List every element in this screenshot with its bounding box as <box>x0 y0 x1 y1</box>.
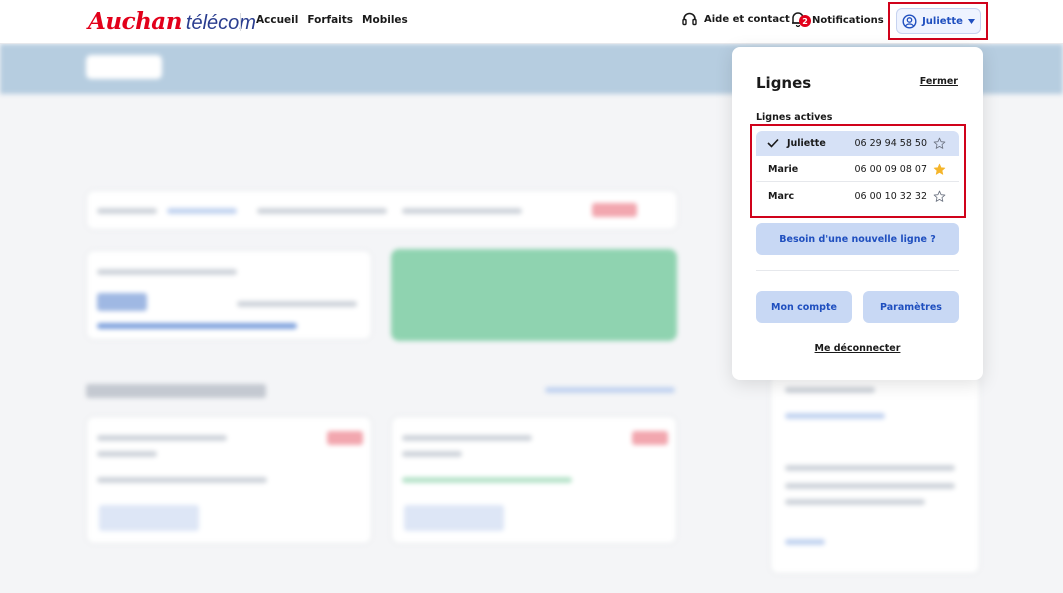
user-account-icon <box>902 13 917 29</box>
blurred-side-card <box>770 374 980 574</box>
panel-title: Lignes <box>756 74 812 92</box>
blurred-plan-card <box>86 190 678 230</box>
brand-logo-part2: télécom <box>185 12 256 34</box>
line-number: 06 00 09 08 07 <box>854 163 927 175</box>
settings-button[interactable]: Paramètres <box>863 291 959 323</box>
bell-icon-wrap: 2 <box>791 11 811 29</box>
check-icon <box>767 138 779 148</box>
active-lines-label: Lignes actives <box>756 112 833 123</box>
headset-icon <box>682 12 697 26</box>
blurred-heading <box>86 384 266 398</box>
new-line-button[interactable]: Besoin d'une nouvelle ligne ? <box>756 223 959 255</box>
user-name: Juliette <box>922 15 963 27</box>
close-panel-link[interactable]: Fermer <box>920 76 958 87</box>
star-outline-icon[interactable] <box>933 190 946 203</box>
user-menu-button[interactable]: Juliette <box>896 8 981 34</box>
my-account-button[interactable]: Mon compte <box>756 291 852 323</box>
star-outline-icon[interactable] <box>933 137 946 150</box>
nav-link-accueil[interactable]: Accueil <box>256 14 298 26</box>
line-number: 06 00 10 32 32 <box>854 191 927 202</box>
brand-logo-part1: Auchan <box>88 8 182 35</box>
brand-logo[interactable]: Auchan télécom <box>88 8 256 35</box>
line-name: Marie <box>768 163 799 175</box>
nav-link-mobiles[interactable]: Mobiles <box>362 14 408 26</box>
star-filled-icon[interactable] <box>933 163 946 176</box>
main-nav: Accueil Forfaits Mobiles <box>256 14 408 26</box>
blurred-consumption-card <box>86 250 372 340</box>
notifications-badge: 2 <box>799 15 811 27</box>
line-item-marie[interactable]: Marie 06 00 09 08 07 <box>756 157 959 182</box>
notifications-button[interactable]: 2 Notifications <box>791 11 884 29</box>
line-item-marc[interactable]: Marc 06 00 10 32 32 <box>756 184 959 209</box>
panel-divider <box>756 270 959 271</box>
line-name: Marc <box>768 191 795 202</box>
blurred-link <box>545 387 675 393</box>
help-contact-link[interactable]: Aide et contact <box>681 11 790 27</box>
help-contact-label: Aide et contact <box>704 13 790 25</box>
nav-link-forfaits[interactable]: Forfaits <box>307 14 353 26</box>
blurred-invoice-card <box>86 416 372 544</box>
app-root: Auchan télécom Accueil Forfaits Mobiles … <box>0 0 1063 593</box>
lines-dropdown-panel: Lignes Fermer Lignes actives Juliette 06… <box>732 47 983 380</box>
line-number: 06 29 94 58 50 <box>854 138 927 149</box>
line-name: Juliette <box>787 138 826 149</box>
blurred-promo-card <box>391 249 677 341</box>
logout-link[interactable]: Me déconnecter <box>732 343 983 354</box>
blurred-invoice-card-2 <box>391 416 677 544</box>
line-item-juliette[interactable]: Juliette 06 29 94 58 50 <box>756 131 959 156</box>
caret-down-icon <box>967 18 975 24</box>
header-divider <box>240 13 241 31</box>
notifications-label: Notifications <box>812 14 884 26</box>
blurred-pill <box>86 55 162 79</box>
top-header: Auchan télécom Accueil Forfaits Mobiles … <box>0 0 1063 44</box>
